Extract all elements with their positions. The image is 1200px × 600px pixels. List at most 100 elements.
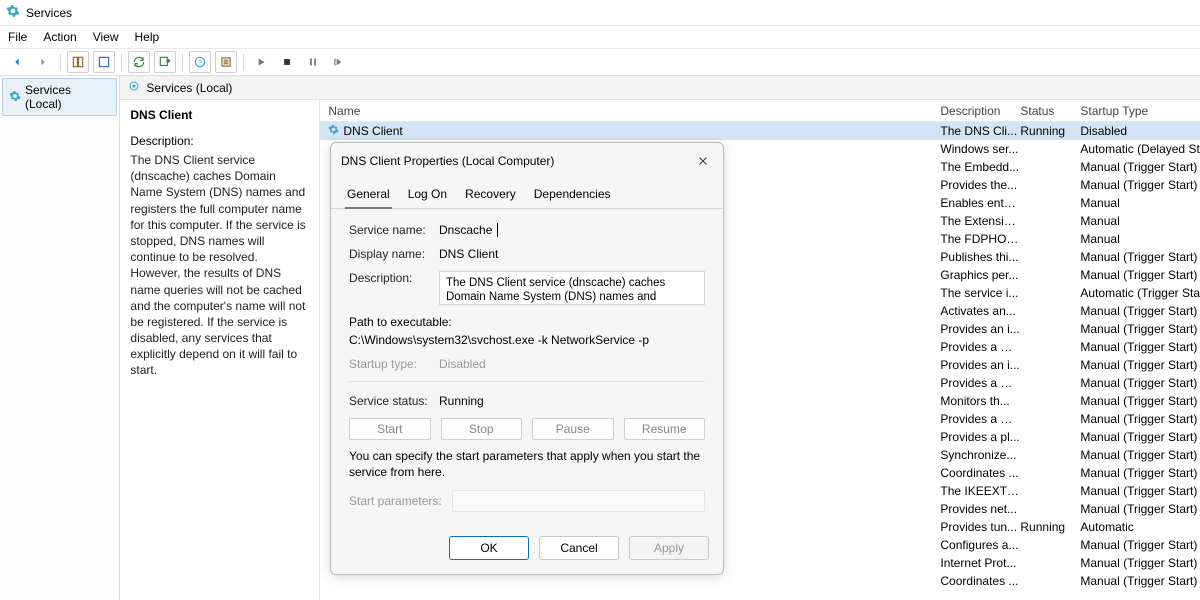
display-name-label: Display name: bbox=[349, 247, 439, 261]
cell-startup: Manual (Trigger Start) bbox=[1080, 358, 1200, 372]
cell-description: Provides a pl... bbox=[940, 430, 1020, 444]
cell-description: The Extensib... bbox=[940, 214, 1020, 228]
start-service-button[interactable] bbox=[250, 51, 272, 73]
menu-bar: File Action View Help bbox=[0, 26, 1200, 48]
cell-description: Activates an... bbox=[940, 304, 1020, 318]
description-value[interactable]: The DNS Client service (dnscache) caches… bbox=[439, 271, 705, 305]
help-button[interactable]: ? bbox=[189, 51, 211, 73]
start-params-hint: You can specify the start parameters tha… bbox=[349, 448, 705, 480]
cell-name: DNS Client bbox=[320, 124, 940, 138]
tab-logon[interactable]: Log On bbox=[406, 183, 449, 208]
stop-service-button[interactable] bbox=[276, 51, 298, 73]
start-button[interactable]: Start bbox=[349, 418, 431, 440]
dialog-body: Service name: Dnscache Display name: DNS… bbox=[331, 209, 723, 526]
col-header-description[interactable]: Description bbox=[940, 104, 1020, 118]
cell-description: Enables ente... bbox=[940, 196, 1020, 210]
cell-description: Configures a... bbox=[940, 538, 1020, 552]
gear-icon bbox=[128, 80, 140, 95]
toolbar-button-1[interactable] bbox=[67, 51, 89, 73]
cell-startup: Manual (Trigger Start) bbox=[1080, 178, 1200, 192]
description-box: The DNS Client service (dnscache) caches… bbox=[439, 271, 705, 305]
cell-startup: Manual (Trigger Start) bbox=[1080, 448, 1200, 462]
cell-startup: Automatic (Delayed St bbox=[1080, 142, 1200, 156]
service-status-value: Running bbox=[439, 394, 705, 408]
path-label: Path to executable: bbox=[349, 315, 705, 329]
service-name-label: Service name: bbox=[349, 223, 439, 237]
properties-button[interactable] bbox=[215, 51, 237, 73]
toolbar-separator bbox=[60, 53, 61, 71]
cell-description: Provides an i... bbox=[940, 358, 1020, 372]
apply-button[interactable]: Apply bbox=[629, 536, 709, 560]
cell-startup: Manual (Trigger Start) bbox=[1080, 376, 1200, 390]
toolbar-separator bbox=[121, 53, 122, 71]
nav-entry-label: Services (Local) bbox=[25, 83, 110, 111]
svg-text:?: ? bbox=[198, 59, 202, 66]
cell-description: The Embedd... bbox=[940, 160, 1020, 174]
cell-startup: Manual (Trigger Start) bbox=[1080, 502, 1200, 516]
menu-action[interactable]: Action bbox=[43, 30, 76, 44]
cell-description: The IKEEXT s... bbox=[940, 484, 1020, 498]
path-value: C:\Windows\system32\svchost.exe -k Netwo… bbox=[349, 333, 705, 347]
service-name-value[interactable]: Dnscache bbox=[439, 223, 705, 237]
toolbar: ? bbox=[0, 48, 1200, 76]
tab-recovery[interactable]: Recovery bbox=[463, 183, 518, 208]
cell-startup: Manual (Trigger Start) bbox=[1080, 160, 1200, 174]
cell-description: Publishes thi... bbox=[940, 250, 1020, 264]
cell-startup: Manual (Trigger Start) bbox=[1080, 322, 1200, 336]
nav-services-local[interactable]: Services (Local) bbox=[2, 78, 117, 116]
cell-startup: Manual (Trigger Start) bbox=[1080, 430, 1200, 444]
window-title: Services bbox=[26, 6, 72, 20]
dialog-tabs: General Log On Recovery Dependencies bbox=[331, 179, 723, 209]
cell-startup: Manual (Trigger Start) bbox=[1080, 466, 1200, 480]
cell-startup: Manual bbox=[1080, 214, 1200, 228]
close-button[interactable] bbox=[693, 151, 713, 171]
cell-startup: Manual (Trigger Start) bbox=[1080, 556, 1200, 570]
pause-service-button[interactable] bbox=[302, 51, 324, 73]
menu-file[interactable]: File bbox=[8, 30, 27, 44]
cell-description: Provides an i... bbox=[940, 322, 1020, 336]
cell-startup: Manual (Trigger Start) bbox=[1080, 412, 1200, 426]
export-list-button[interactable] bbox=[154, 51, 176, 73]
content-header-title: Services (Local) bbox=[146, 81, 232, 95]
cell-status: Running bbox=[1020, 124, 1080, 138]
properties-dialog: DNS Client Properties (Local Computer) G… bbox=[330, 142, 724, 575]
gear-icon bbox=[9, 90, 21, 105]
stop-button[interactable]: Stop bbox=[441, 418, 523, 440]
startup-type-value[interactable]: Disabled bbox=[439, 357, 705, 371]
cancel-button[interactable]: Cancel bbox=[539, 536, 619, 560]
gear-icon bbox=[328, 124, 339, 138]
col-header-startup[interactable]: Startup Type bbox=[1080, 104, 1200, 118]
cell-startup: Automatic bbox=[1080, 520, 1200, 534]
description-label: Description: bbox=[349, 271, 439, 305]
table-row[interactable]: DNS ClientThe DNS Cli...RunningDisabled bbox=[320, 122, 1200, 140]
cell-description: The service i... bbox=[940, 286, 1020, 300]
cell-description: Internet Prot... bbox=[940, 556, 1020, 570]
menu-view[interactable]: View bbox=[93, 30, 119, 44]
restart-service-button[interactable] bbox=[328, 51, 350, 73]
back-button[interactable] bbox=[6, 51, 28, 73]
refresh-button[interactable] bbox=[128, 51, 150, 73]
menu-help[interactable]: Help bbox=[135, 30, 160, 44]
cell-status: Running bbox=[1020, 520, 1080, 534]
tab-general[interactable]: General bbox=[345, 183, 392, 209]
pause-button[interactable]: Pause bbox=[532, 418, 614, 440]
cell-startup: Disabled bbox=[1080, 124, 1200, 138]
list-header: Name Description Status Startup Type bbox=[320, 100, 1200, 122]
col-header-status[interactable]: Status bbox=[1020, 104, 1080, 118]
cell-description: The FDPHOS... bbox=[940, 232, 1020, 246]
nav-pane: Services (Local) bbox=[0, 76, 120, 600]
cell-startup: Manual bbox=[1080, 196, 1200, 210]
cell-description: Coordinates ... bbox=[940, 574, 1020, 588]
ok-button[interactable]: OK bbox=[449, 536, 529, 560]
toolbar-button-2[interactable] bbox=[93, 51, 115, 73]
forward-button[interactable] bbox=[32, 51, 54, 73]
cell-startup: Manual (Trigger Start) bbox=[1080, 304, 1200, 318]
tab-dependencies[interactable]: Dependencies bbox=[532, 183, 613, 208]
cell-description: Provides the... bbox=[940, 178, 1020, 192]
resume-button[interactable]: Resume bbox=[624, 418, 706, 440]
cell-description: Graphics per... bbox=[940, 268, 1020, 282]
start-params-input[interactable] bbox=[452, 490, 705, 512]
cell-startup: Manual (Trigger Start) bbox=[1080, 268, 1200, 282]
divider bbox=[349, 381, 705, 382]
col-header-name[interactable]: Name bbox=[320, 104, 940, 118]
